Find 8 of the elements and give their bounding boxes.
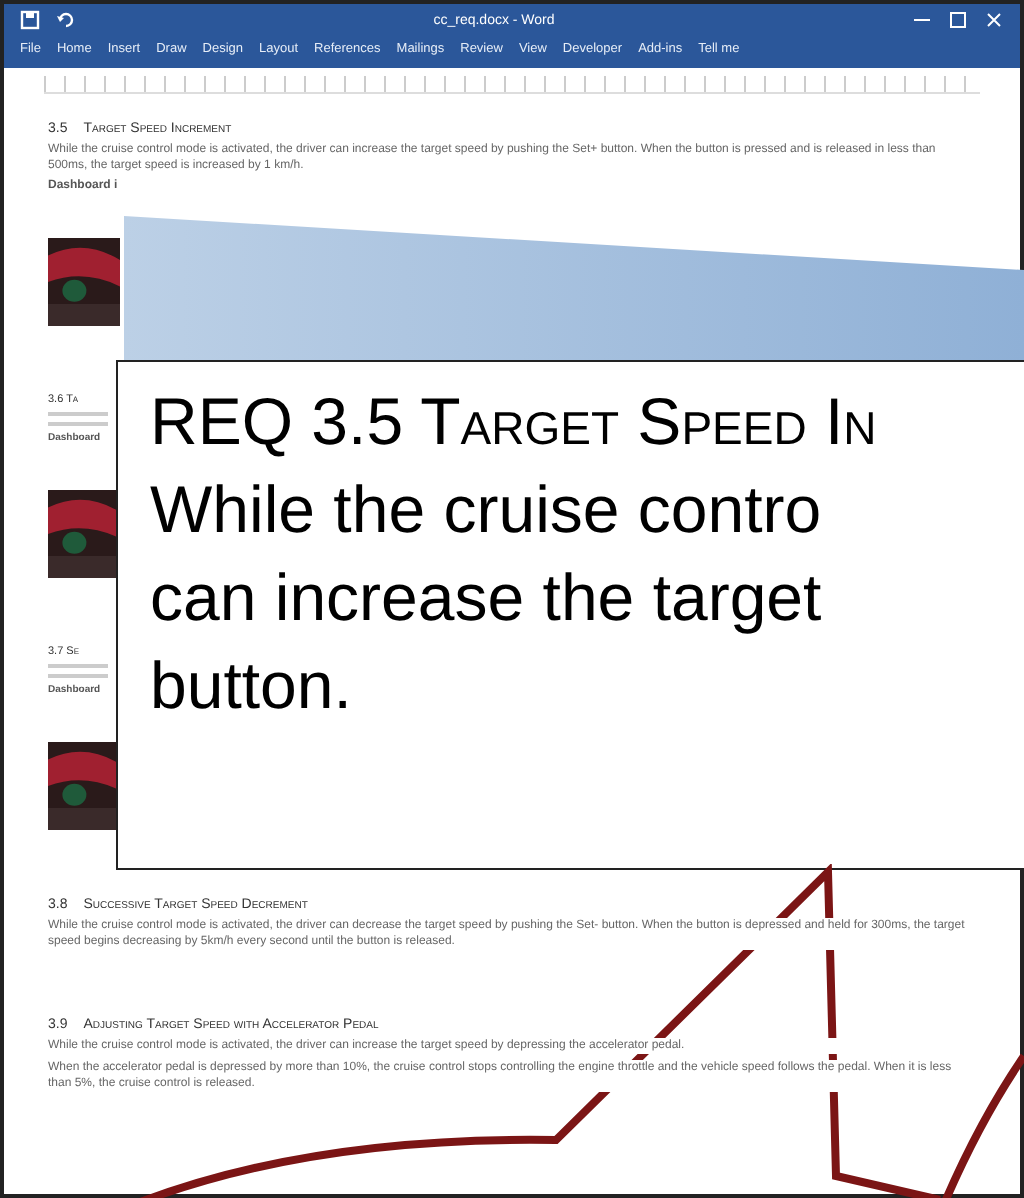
callout-heading: REQ 3.5 Target Speed In — [150, 382, 879, 462]
close-icon[interactable] — [984, 10, 1004, 30]
callout-text: button. — [150, 646, 354, 726]
callout-text: can increase the target — [150, 558, 824, 638]
maximize-icon[interactable] — [948, 10, 968, 30]
callout-text: While the cruise contro — [150, 470, 824, 550]
undo-icon[interactable] — [56, 10, 76, 30]
save-icon[interactable] — [20, 10, 40, 30]
